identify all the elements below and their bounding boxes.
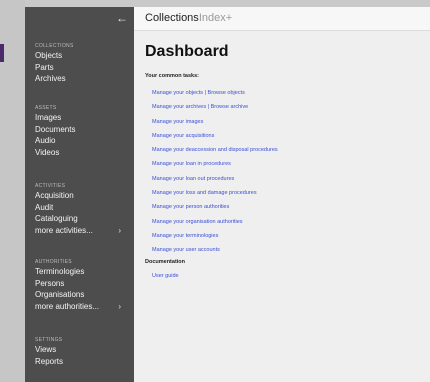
task-link-user-accounts[interactable]: Manage your user accounts	[152, 243, 278, 257]
page-title: Dashboard	[145, 43, 229, 60]
sidebar-section-authorities: AUTHORITIES Terminologies Persons Organi…	[35, 258, 127, 312]
background-accent	[0, 44, 4, 62]
sidebar-item-reports[interactable]: Reports	[35, 356, 127, 368]
task-link-terminologies[interactable]: Manage your terminologies	[152, 229, 278, 243]
documentation-heading: Documentation	[145, 259, 186, 265]
task-link-deaccession[interactable]: Manage your deaccession and disposal pro…	[152, 143, 278, 157]
sidebar-section-title: SETTINGS	[35, 337, 63, 343]
user-guide-link[interactable]: User guide	[152, 273, 179, 279]
sidebar-item-more-activities[interactable]: more activities... ›	[35, 225, 127, 237]
sidebar: ← COLLECTIONS Objects Parts Archives ASS…	[25, 7, 134, 382]
sidebar-item-parts[interactable]: Parts	[35, 62, 127, 74]
sidebar-item-audio[interactable]: Audio	[35, 135, 127, 147]
sidebar-section-collections: COLLECTIONS Objects Parts Archives	[35, 42, 127, 85]
sidebar-item-views[interactable]: Views	[35, 344, 127, 356]
back-arrow-icon[interactable]: ←	[116, 11, 128, 25]
sidebar-section-title: ASSETS	[35, 105, 57, 111]
chevron-right-icon: ›	[118, 225, 121, 235]
sidebar-section-assets: ASSETS Images Documents Audio Videos	[35, 104, 127, 158]
task-list: Manage your objects | Browse objects Man…	[152, 86, 278, 258]
sidebar-section-settings: SETTINGS Views Reports	[35, 336, 127, 367]
sidebar-item-label: more authorities...	[35, 301, 100, 311]
task-link-loan-in[interactable]: Manage your loan in procedures	[152, 157, 278, 171]
sidebar-item-acquisition[interactable]: Acquisition	[35, 190, 127, 202]
sidebar-item-images[interactable]: Images	[35, 112, 127, 124]
main-content: CollectionsIndex+ Dashboard Your common …	[134, 7, 430, 382]
task-link-organisation-authorities[interactable]: Manage your organisation authorities	[152, 215, 278, 229]
task-link-acquisitions[interactable]: Manage your acquisitions	[152, 129, 278, 143]
task-link-person-authorities[interactable]: Manage your person authorities	[152, 200, 278, 214]
sidebar-section-title: AUTHORITIES	[35, 259, 72, 265]
task-link-images[interactable]: Manage your images	[152, 115, 278, 129]
sidebar-section-title: COLLECTIONS	[35, 43, 74, 49]
tasks-heading: Your common tasks:	[145, 73, 199, 79]
sidebar-item-label: more activities...	[35, 225, 93, 235]
background-strip	[0, 0, 25, 382]
sidebar-section-activities: ACTIVITIES Acquisition Audit Cataloguing…	[35, 182, 127, 236]
sidebar-item-videos[interactable]: Videos	[35, 147, 127, 159]
task-link-loss-damage[interactable]: Manage your loss and damage procedures	[152, 186, 278, 200]
task-link-loan-out[interactable]: Manage your loan out procedures	[152, 172, 278, 186]
sidebar-item-archives[interactable]: Archives	[35, 73, 127, 85]
task-link-objects[interactable]: Manage your objects | Browse objects	[152, 86, 278, 100]
sidebar-item-more-authorities[interactable]: more authorities... ›	[35, 301, 127, 313]
top-bar	[25, 0, 430, 7]
sidebar-item-audit[interactable]: Audit	[35, 202, 127, 214]
sidebar-section-title: ACTIVITIES	[35, 183, 66, 189]
app-logo[interactable]: CollectionsIndex+	[145, 12, 232, 24]
sidebar-item-organisations[interactable]: Organisations	[35, 289, 127, 301]
sidebar-item-cataloguing[interactable]: Cataloguing	[35, 213, 127, 225]
app-header: CollectionsIndex+	[134, 7, 430, 31]
task-link-archives[interactable]: Manage your archives | Browse archive	[152, 100, 278, 114]
sidebar-item-terminologies[interactable]: Terminologies	[35, 266, 127, 278]
brand-suffix: Index+	[198, 12, 233, 24]
sidebar-item-persons[interactable]: Persons	[35, 278, 127, 290]
sidebar-item-documents[interactable]: Documents	[35, 124, 127, 136]
chevron-right-icon: ›	[118, 301, 121, 311]
brand-name: Collections	[145, 12, 199, 24]
sidebar-item-objects[interactable]: Objects	[35, 50, 127, 62]
